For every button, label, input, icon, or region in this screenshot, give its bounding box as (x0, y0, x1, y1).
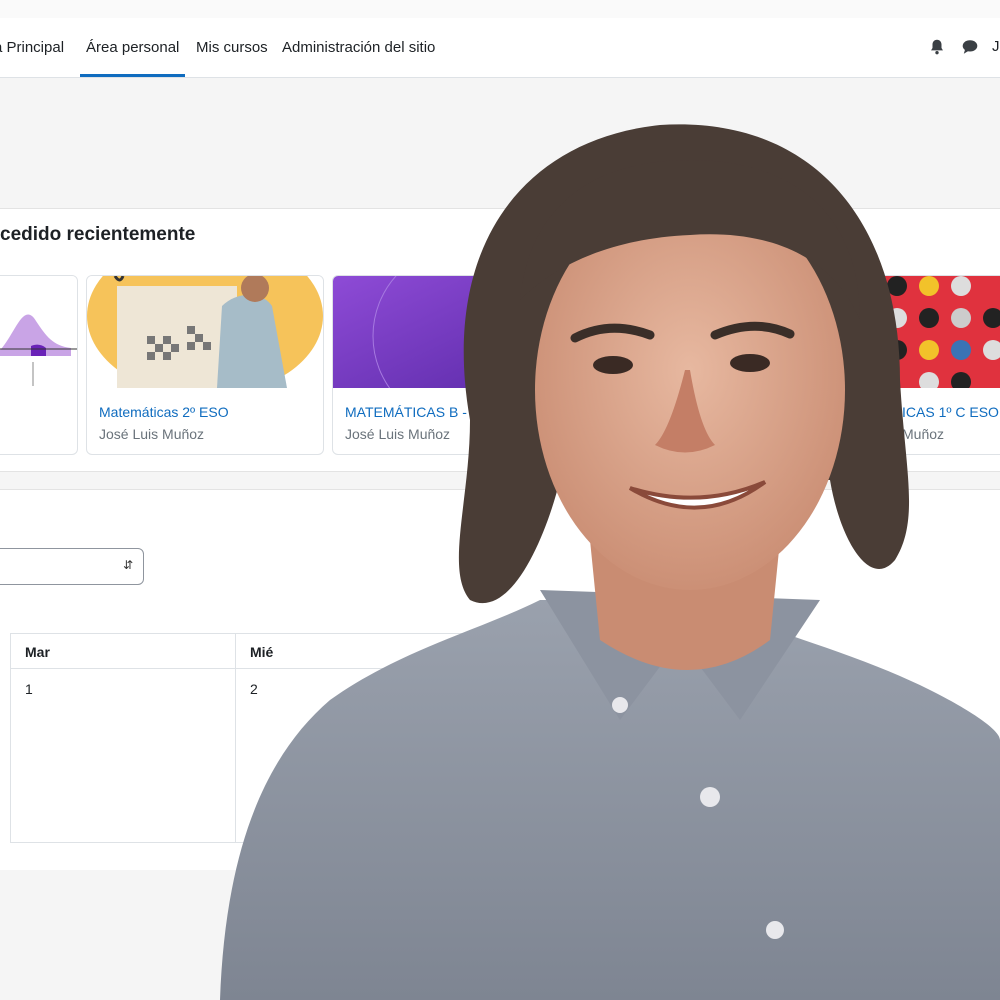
nav-home-link[interactable]: a Principal (0, 18, 64, 77)
recent-courses-title: cedido recientemente (0, 224, 196, 245)
calendar-day-cell[interactable]: 2 (235, 669, 470, 843)
course-image (877, 276, 1000, 388)
course-teacher: José Luis Muñoz (99, 426, 205, 442)
primary-navbar: a Principal Área personal Mis cursos Adm… (0, 18, 1000, 78)
course-image (333, 276, 569, 388)
course-card[interactable]: MATEMÁTICAS B - 4 José Luis Muñoz (332, 275, 570, 455)
course-teacher: Muñoz (902, 426, 945, 442)
course-card[interactable]: ICAS 1º C ESO Muñoz (876, 275, 1000, 455)
course-image (87, 276, 323, 388)
calendar-day-cell[interactable]: 1 (10, 669, 235, 843)
day-number[interactable]: 1 (25, 681, 33, 697)
weekday-header: Mié (235, 633, 470, 669)
course-filter-select[interactable]: ⇵ (0, 548, 144, 585)
course-name[interactable]: MATEMÁTICAS B - 4 (345, 404, 479, 420)
bell-icon[interactable] (928, 38, 946, 56)
user-menu-initial[interactable]: J (992, 38, 1000, 55)
browser-top-strip (0, 0, 1000, 19)
nav-my-courses-link[interactable]: Mis cursos (196, 18, 268, 77)
weekday-header: Mar (10, 633, 235, 669)
course-name[interactable]: ICAS 1º C ESO (902, 404, 999, 420)
course-image (0, 276, 77, 388)
calendar-grid: Mar Mié 1 2 (10, 633, 470, 843)
course-teacher: José Luis Muñoz (345, 426, 451, 442)
course-card[interactable] (0, 275, 78, 455)
course-card[interactable]: Matemáticas 2º ESO José Luis Muñoz (86, 275, 324, 455)
chat-icon[interactable] (961, 38, 979, 56)
nav-dashboard-link[interactable]: Área personal (80, 18, 186, 77)
day-number[interactable]: 2 (250, 681, 258, 697)
course-name[interactable]: Matemáticas 2º ESO (99, 404, 229, 420)
select-arrows-icon: ⇵ (122, 558, 133, 572)
nav-site-admin-link[interactable]: Administración del sitio (282, 18, 435, 77)
